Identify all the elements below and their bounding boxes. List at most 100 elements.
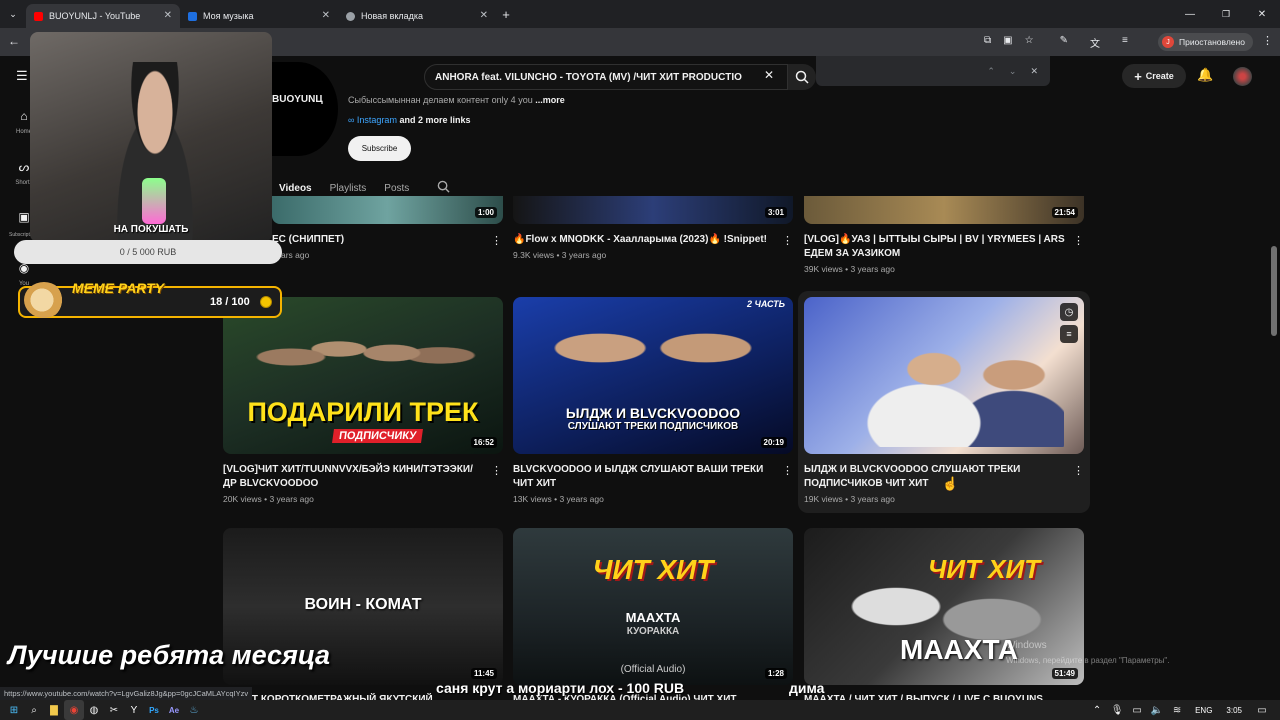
watch-later-icon[interactable]: ◷ xyxy=(1060,303,1078,321)
tab-music[interactable]: Моя музыка ✕ xyxy=(180,4,338,28)
chrome-icon[interactable]: ◉ xyxy=(64,700,84,720)
duration-badge: 3:01 xyxy=(764,207,787,218)
media-icon[interactable]: ≡ xyxy=(1122,35,1128,50)
thumb-people xyxy=(533,303,773,403)
tab-new[interactable]: Новая вкладка ✕ xyxy=(338,4,496,28)
channel-description: Сыбыссымыннан делаем контент only 4 you … xyxy=(348,95,565,105)
video-thumbnail[interactable]: 3:01 xyxy=(513,196,793,224)
volume-icon[interactable]: 🔈 xyxy=(1147,700,1167,720)
after-effects-icon[interactable]: Ae xyxy=(164,700,184,720)
instagram-link[interactable]: Instagram xyxy=(357,115,397,125)
steam-icon[interactable]: ♨ xyxy=(184,700,204,720)
notifications-icon[interactable]: ▭ xyxy=(1252,700,1272,720)
channel-search-icon[interactable] xyxy=(437,180,450,196)
activation-watermark-title: Windows xyxy=(1006,640,1047,651)
notifications-bell-icon[interactable]: 🔔 xyxy=(1197,67,1213,83)
taskbar-search-icon[interactable]: ⌕ xyxy=(24,700,44,720)
video-menu-icon[interactable]: ⋮ xyxy=(491,234,502,247)
translate-icon[interactable]: 文 xyxy=(1090,35,1100,50)
find-next-icon[interactable]: ⌄ xyxy=(1009,66,1017,77)
subscribe-button[interactable]: Subscribe xyxy=(348,136,411,161)
close-tab-icon[interactable]: ✕ xyxy=(164,10,172,21)
video-title[interactable]: [VLOG]🔥УАЗ | ЫТТЫЫ СЫРЫ | BV | YRYMEES |… xyxy=(804,233,1070,261)
video-menu-icon[interactable]: ⋮ xyxy=(1073,234,1084,247)
language-indicator[interactable]: ENG xyxy=(1195,706,1212,715)
channel-name-fragment: BUOYUNЦ xyxy=(272,94,323,105)
start-windows-icon[interactable]: ⊞ xyxy=(4,700,24,720)
hamburger-icon[interactable]: ☰ xyxy=(16,68,28,84)
video-thumbnail[interactable]: ЧИТ ХИТ МААХТА КУОРАККА (Official Audio)… xyxy=(513,528,793,685)
video-title[interactable]: ЫЛДЖ И BLVCKVOODOO СЛУШАЮТ ТРЕКИ ПОДПИСЧ… xyxy=(804,463,1066,491)
video-title[interactable]: ЕС (СНИППЕТ) xyxy=(272,233,482,247)
obs-icon[interactable]: ◍ xyxy=(84,700,104,720)
tab-title: BUOYUNLJ - YouTube xyxy=(49,11,141,21)
wifi-icon[interactable]: ≋ xyxy=(1167,700,1187,720)
close-window-icon[interactable]: ✕ xyxy=(1244,4,1280,24)
photoshop-icon[interactable]: Ps xyxy=(144,700,164,720)
page-scrollbar[interactable] xyxy=(1271,246,1277,336)
video-thumbnail[interactable]: ◷ ≡ xyxy=(804,297,1084,454)
video-title[interactable]: BLVCKVOODOO И ЫЛДЖ СЛУШАЮТ ВАШИ ТРЕКИ ЧИ… xyxy=(513,463,775,491)
more-link[interactable]: ...more xyxy=(535,95,565,105)
thumb-headline: ЫЛДЖ И BLVCKVOODOO xyxy=(565,405,741,421)
close-tab-icon[interactable]: ✕ xyxy=(480,10,488,21)
tab-title: Новая вкладка xyxy=(361,11,424,21)
find-close-icon[interactable]: ✕ xyxy=(1030,66,1038,77)
video-menu-icon[interactable]: ⋮ xyxy=(491,464,502,477)
maximize-icon[interactable]: ❐ xyxy=(1208,4,1244,24)
cast-icon[interactable]: ⧉ xyxy=(984,35,991,50)
tab-youtube[interactable]: BUOYUNLJ - YouTube ✕ xyxy=(26,4,180,28)
tool-icon[interactable]: ✂ xyxy=(104,700,124,720)
create-button[interactable]: + Create xyxy=(1122,64,1186,88)
clock[interactable]: 3:05 xyxy=(1226,706,1242,715)
search-input[interactable]: ANHORA feat. VILUNCHO - TOYOTA (MV) /ЧИТ… xyxy=(424,64,788,90)
add-to-queue-icon[interactable]: ≡ xyxy=(1060,325,1078,343)
video-meta: 9.3K views • 3 years ago xyxy=(513,250,607,260)
clear-search-icon[interactable]: ✕ xyxy=(764,68,774,82)
yandex-icon[interactable]: Y xyxy=(124,700,144,720)
video-title[interactable]: МААХТА / ЧИТ ХИТ / ВЫПУСК / LIVE С BUOYU… xyxy=(804,693,1066,700)
back-icon[interactable]: ← xyxy=(8,34,20,48)
tab-playlists[interactable]: Playlists xyxy=(330,183,367,194)
tray-chevron-icon[interactable]: ⌃ xyxy=(1087,700,1107,720)
video-thumbnail[interactable]: 1:00 xyxy=(272,196,503,224)
search-button[interactable] xyxy=(788,64,816,90)
minimize-icon[interactable]: — xyxy=(1172,4,1208,24)
webcam-light xyxy=(142,178,166,224)
new-tab-icon[interactable]: + xyxy=(496,4,516,24)
video-menu-icon[interactable]: ⋮ xyxy=(782,234,793,247)
video-menu-icon[interactable]: ⋮ xyxy=(1073,464,1084,477)
video-thumbnail[interactable]: 2 ЧАСТЬ ЫЛДЖ И BLVCKVOODOO СЛУШАЮТ ТРЕКИ… xyxy=(513,297,793,454)
link-icon: ∞ xyxy=(348,115,357,125)
thumb-artist: МААХТА xyxy=(900,634,1019,665)
find-prev-icon[interactable]: ⌃ xyxy=(987,66,995,77)
video-meta: 39K views • 3 years ago xyxy=(804,264,895,274)
video-title[interactable]: 🔥Flow x MNODKK - Хаалларыма (2023)🔥 !Sni… xyxy=(513,233,773,247)
thumb-subline: СЛУШАЮТ ТРЕКИ ПОДПИСЧИКОВ xyxy=(567,421,739,432)
thumb-artist: МААХТА xyxy=(625,610,681,625)
more-links[interactable]: and 2 more links xyxy=(399,115,470,125)
network-icon[interactable]: ▭ xyxy=(1127,700,1147,720)
close-tab-icon[interactable]: ✕ xyxy=(322,10,330,21)
video-thumbnail[interactable]: ПОДАРИЛИ ТРЕК ПОДПИСЧИКУ 16:52 xyxy=(223,297,503,454)
thumb-people xyxy=(243,309,483,389)
tab-videos[interactable]: Videos xyxy=(279,183,312,194)
extensions-icon[interactable]: ✎ xyxy=(1060,35,1068,50)
tab-search-icon[interactable]: ⌄ xyxy=(0,4,26,24)
meme-party-progress: 18 / 100 xyxy=(210,296,250,308)
video-title[interactable]: [VLOG]ЧИТ ХИТ/TUUNNVVX/БЭЙЭ КИНИ/ТЭТЭЭКИ… xyxy=(223,463,485,491)
profile-chip[interactable]: J Приостановлено xyxy=(1158,33,1253,51)
video-thumbnail[interactable]: 21:54 xyxy=(804,196,1084,224)
file-explorer-icon[interactable]: ▇ xyxy=(44,700,64,720)
bookmark-star-icon[interactable]: ☆ xyxy=(1025,35,1034,50)
menu-dots-icon[interactable]: ⋮ xyxy=(1262,34,1273,47)
find-in-page-bar: ⌃ ⌄ ✕ xyxy=(816,56,1050,86)
mic-icon[interactable]: 🎙 xyxy=(1107,700,1127,720)
thumb-corner-label: 2 ЧАСТЬ xyxy=(747,299,785,309)
browser-tab-strip: ⌄ BUOYUNLJ - YouTube ✕ Моя музыка ✕ Нова… xyxy=(0,0,1280,28)
account-avatar[interactable] xyxy=(1233,67,1252,86)
tab-posts[interactable]: Posts xyxy=(384,183,409,194)
install-icon[interactable]: ▣ xyxy=(1003,35,1012,50)
meme-party-title: MEME PARTY xyxy=(72,280,165,296)
video-menu-icon[interactable]: ⋮ xyxy=(782,464,793,477)
